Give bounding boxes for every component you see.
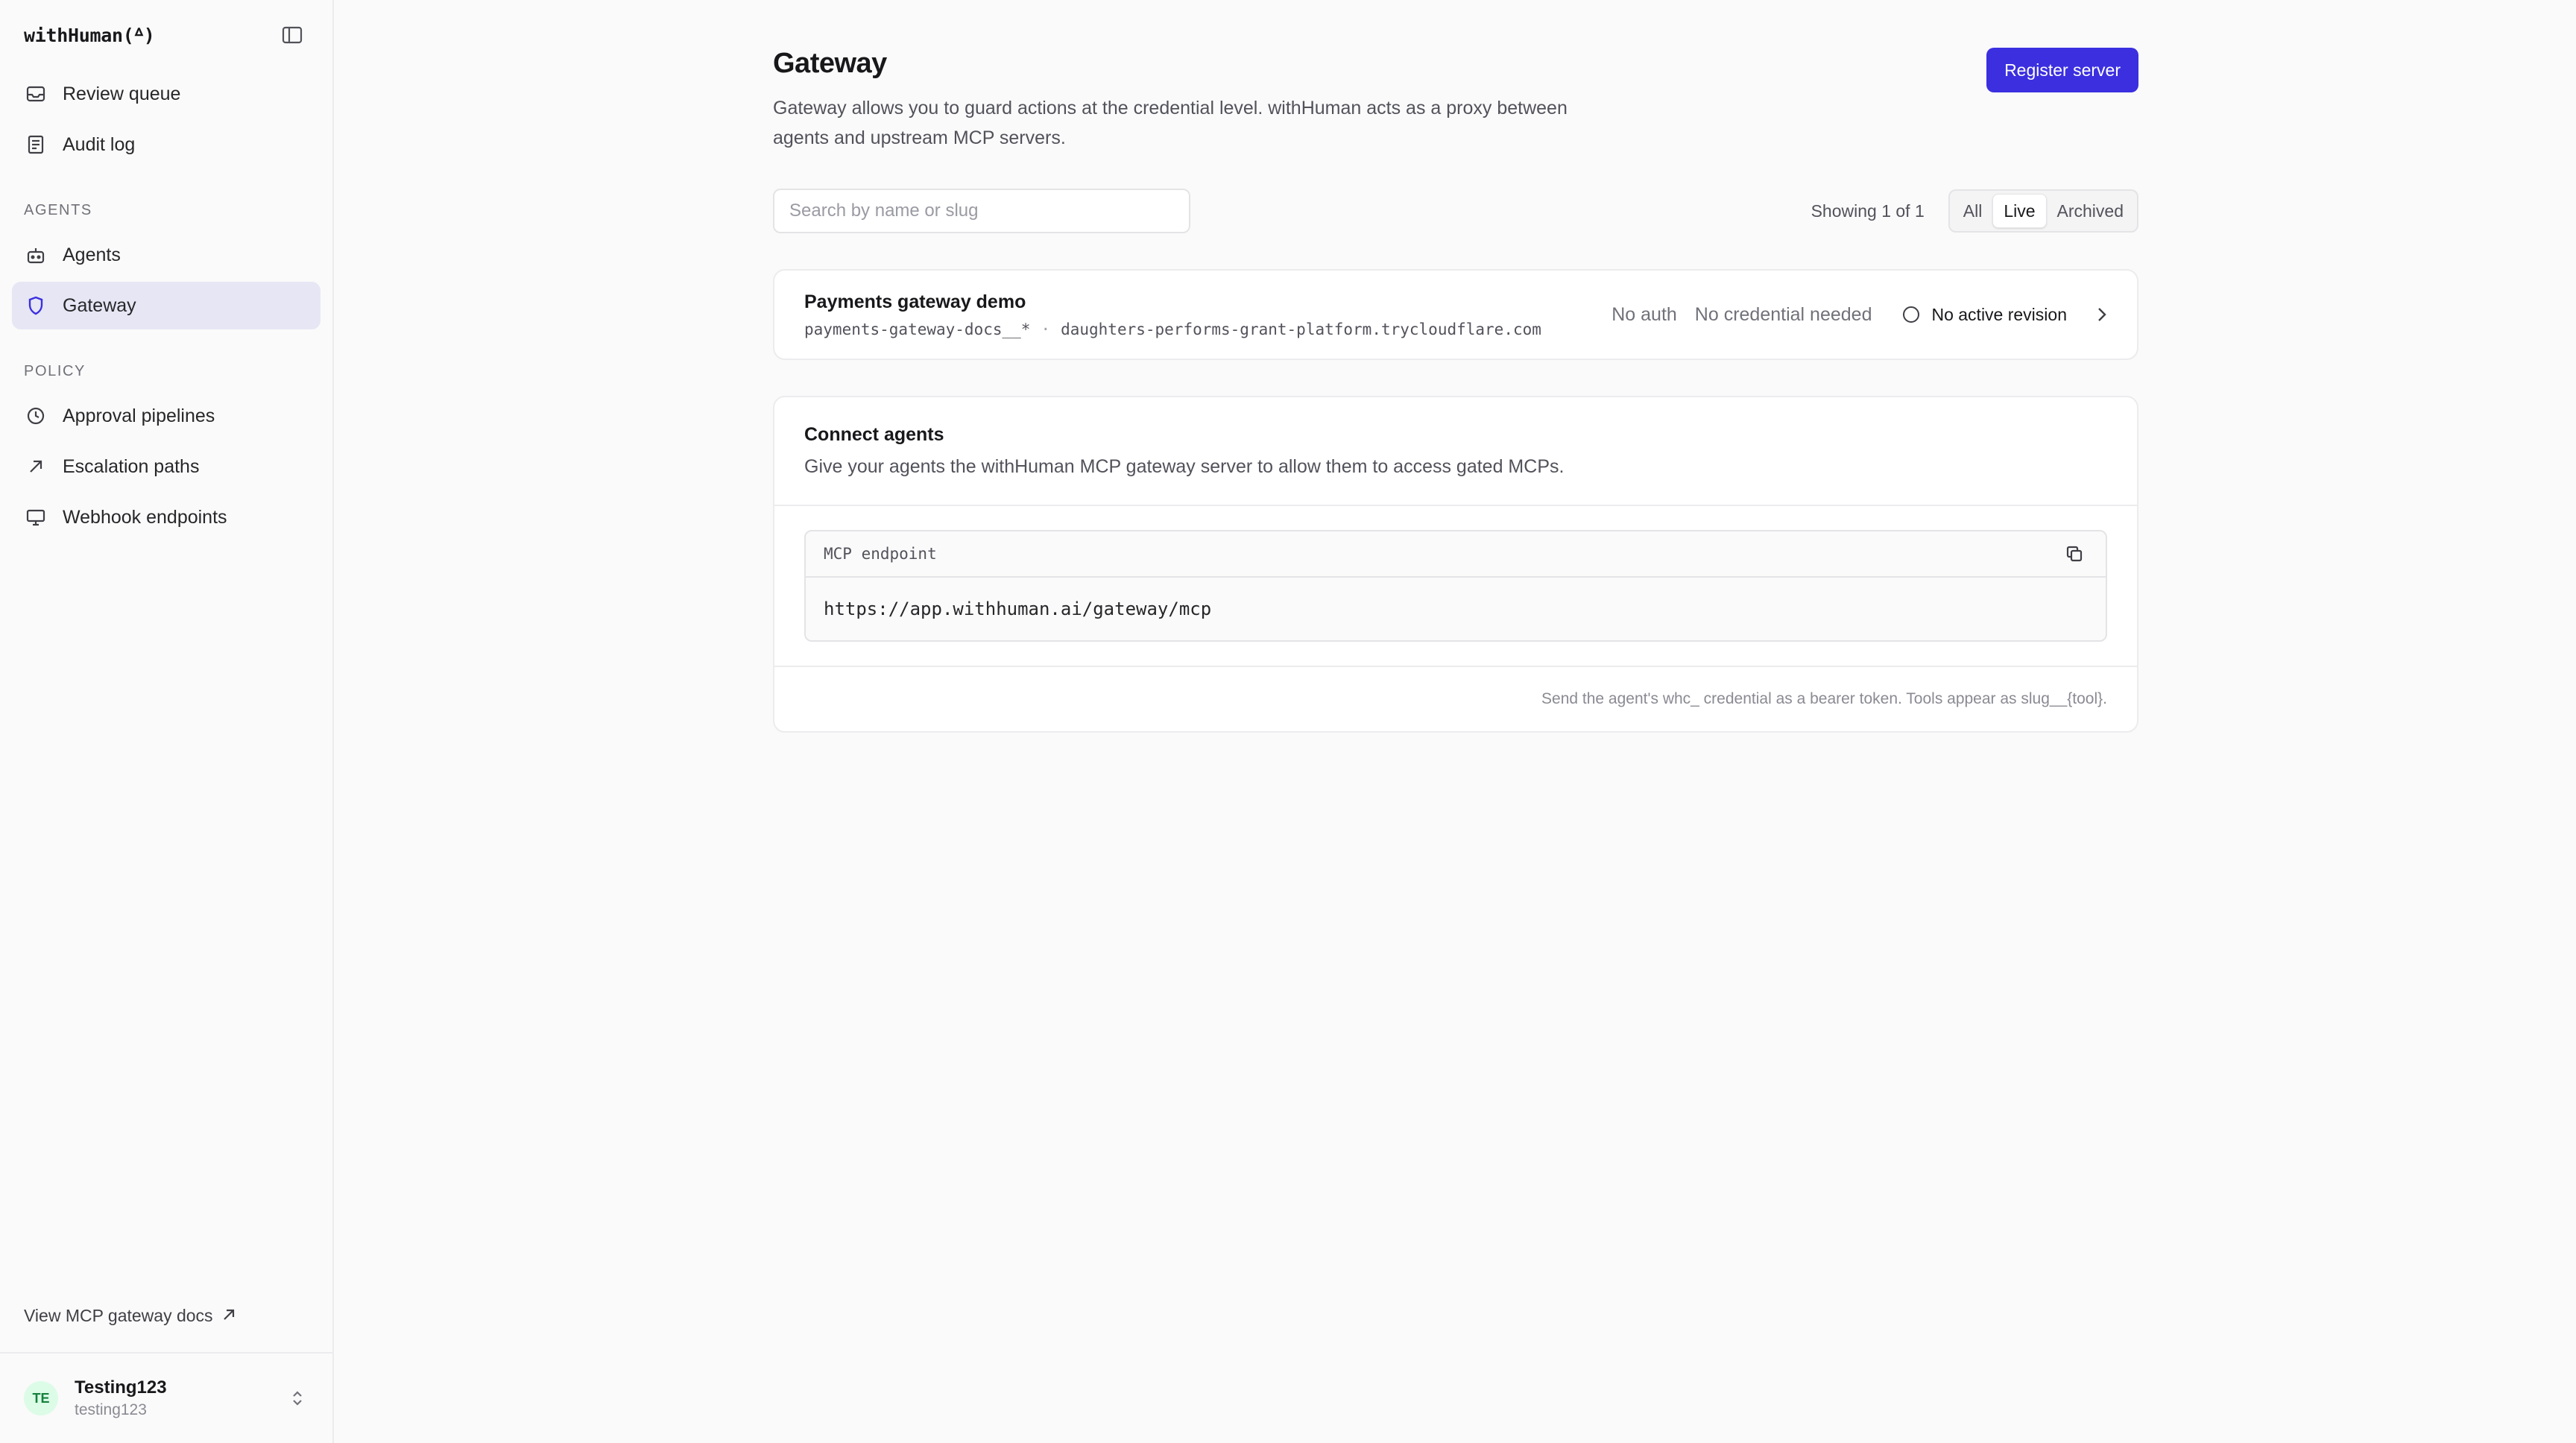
sidebar-item-label: Review queue — [63, 83, 181, 104]
sidebar-item-label: Gateway — [63, 294, 136, 316]
section-title-policy: POLICY — [24, 362, 86, 379]
content-column: Gateway Gateway allows you to guard acti… — [773, 0, 2138, 733]
chevron-right-icon[interactable] — [2097, 306, 2107, 323]
revision-status: No active revision — [1903, 305, 2067, 325]
sidebar-item-review-queue[interactable]: Review queue — [12, 70, 321, 118]
page-title: Gateway — [773, 48, 887, 79]
user-menu[interactable]: TE Testing123 testing123 — [0, 1352, 332, 1443]
user-handle: testing123 — [75, 1401, 147, 1418]
user-meta: Testing123 testing123 — [75, 1377, 286, 1419]
view-docs-link[interactable]: View MCP gateway docs — [24, 1306, 236, 1326]
sidebar-item-audit-log[interactable]: Audit log — [12, 121, 321, 168]
external-link-icon — [213, 1306, 236, 1326]
avatar: TE — [24, 1381, 58, 1415]
main-content: Gateway Gateway allows you to guard acti… — [334, 0, 2576, 1443]
result-count: Showing 1 of 1 — [1811, 200, 1925, 221]
chevron-up-down-icon[interactable] — [286, 1387, 309, 1409]
auth-label: No auth — [1611, 303, 1677, 325]
credential-label: No credential needed — [1694, 303, 1872, 325]
sidebar-toggle-icon[interactable] — [277, 20, 307, 50]
inbox-icon — [25, 83, 46, 104]
endpoint-label: MCP endpoint — [824, 545, 937, 563]
endpoint-url[interactable]: https://app.withhuman.ai/gateway/mcp — [806, 578, 2106, 640]
docs-link-label: View MCP gateway docs — [24, 1306, 213, 1325]
sidebar-item-escalation-paths[interactable]: Escalation paths — [12, 443, 321, 490]
section-title-agents: AGENTS — [24, 201, 92, 218]
user-name: Testing123 — [75, 1377, 167, 1398]
page-description: Gateway allows you to guard actions at t… — [773, 98, 1568, 148]
brand-logo[interactable]: withHuman(ᐞ) — [24, 25, 155, 46]
connect-agents-card: Connect agents Give your agents the with… — [773, 396, 2138, 733]
separator: · — [1041, 320, 1051, 338]
server-info: Payments gateway demo payments-gateway-d… — [804, 291, 1594, 338]
search-input[interactable] — [773, 189, 1190, 233]
sidebar-item-label: Webhook endpoints — [63, 506, 227, 528]
connect-description: Give your agents the withHuman MCP gatew… — [804, 456, 1565, 477]
status-circle-icon — [1903, 306, 1920, 323]
sidebar-item-label: Escalation paths — [63, 455, 200, 477]
document-icon — [25, 134, 46, 155]
monitor-icon — [25, 507, 46, 528]
sidebar-item-label: Approval pipelines — [63, 405, 215, 426]
sidebar: withHuman(ᐞ) Review queue Audit log AGEN… — [0, 0, 334, 1443]
register-server-button[interactable]: Register server — [1986, 48, 2138, 92]
shield-icon — [25, 295, 46, 316]
list-toolbar: Showing 1 of 1 All Live Archived — [773, 189, 2138, 233]
arrow-up-right-icon — [25, 456, 46, 477]
connect-footnote: Send the agent's whc_ credential as a be… — [1541, 690, 2107, 707]
endpoint-label-row: MCP endpoint — [806, 531, 2106, 578]
connect-header: Connect agents Give your agents the with… — [774, 397, 2137, 506]
sidebar-item-agents[interactable]: Agents — [12, 231, 321, 279]
sidebar-item-webhook-endpoints[interactable]: Webhook endpoints — [12, 493, 321, 541]
status-filter: All Live Archived — [1948, 189, 2138, 233]
page-header: Gateway Gateway allows you to guard acti… — [773, 48, 2138, 153]
copy-icon[interactable] — [2061, 540, 2088, 567]
sidebar-item-approval-pipelines[interactable]: Approval pipelines — [12, 392, 321, 440]
clock-icon — [25, 405, 46, 426]
connect-title: Connect agents — [804, 424, 944, 445]
server-host: daughters-performs-grant-platform.tryclo… — [1061, 320, 1541, 338]
app-root: withHuman(ᐞ) Review queue Audit log AGEN… — [0, 0, 2576, 1443]
toolbar-right: Showing 1 of 1 All Live Archived — [1811, 189, 2138, 233]
brand-row: withHuman(ᐞ) — [0, 0, 332, 70]
server-name: Payments gateway demo — [804, 291, 1026, 312]
server-subtitle: payments-gateway-docs__* · daughters-perfo… — [804, 321, 1594, 338]
revision-status-label: No active revision — [1931, 304, 2067, 324]
robot-icon — [25, 244, 46, 265]
filter-all[interactable]: All — [1953, 194, 1993, 228]
server-row[interactable]: Payments gateway demo payments-gateway-d… — [773, 269, 2138, 360]
server-slug: payments-gateway-docs__* — [804, 320, 1031, 338]
filter-archived[interactable]: Archived — [2047, 194, 2134, 228]
endpoint-box: MCP endpoint https://app.withhuman.ai/ga… — [804, 530, 2107, 642]
sidebar-nav: Review queue Audit log AGENTS Agents Gat — [0, 70, 332, 544]
endpoint-section: MCP endpoint https://app.withhuman.ai/ga… — [774, 506, 2137, 667]
sidebar-item-gateway[interactable]: Gateway — [12, 282, 321, 329]
filter-live[interactable]: Live — [1992, 194, 2047, 228]
sidebar-item-label: Audit log — [63, 133, 136, 155]
header-text: Gateway Gateway allows you to guard acti… — [773, 48, 1593, 153]
sidebar-item-label: Agents — [63, 244, 121, 265]
